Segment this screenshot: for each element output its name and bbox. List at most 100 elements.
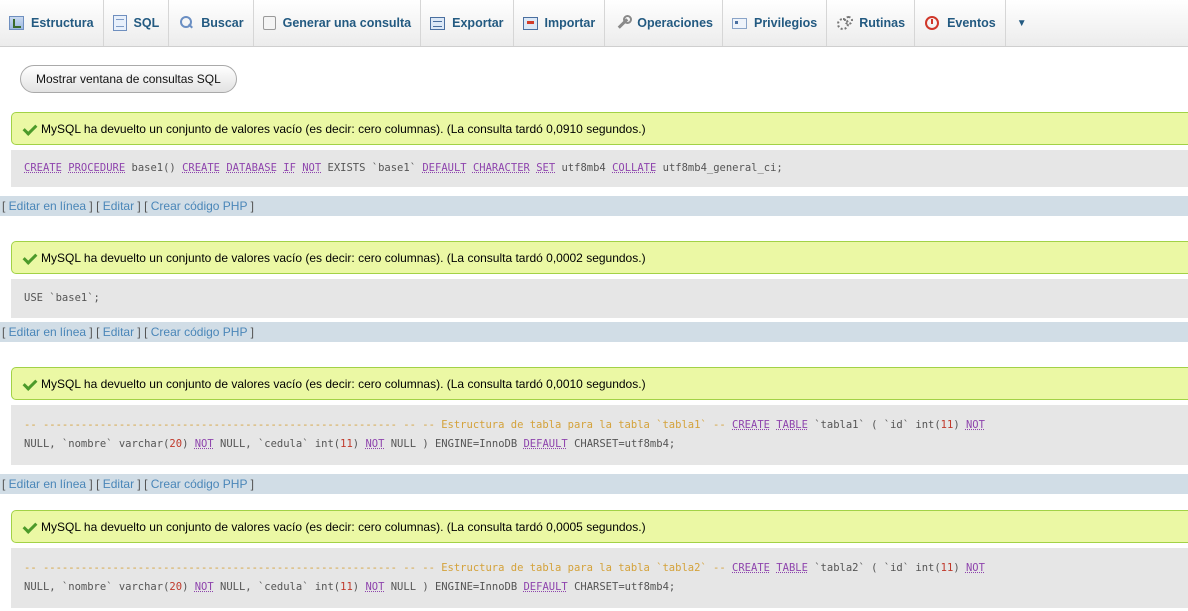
- check-icon: [23, 253, 36, 263]
- sql-icon: [112, 15, 127, 31]
- check-icon: [23, 124, 36, 134]
- tab-label: Generar una consulta: [282, 16, 412, 30]
- query-actions: [ Editar en línea ] [ Editar ] [ Crear c…: [0, 474, 1188, 494]
- edit-inline-link[interactable]: Editar en línea: [9, 325, 86, 339]
- wrench-icon: [614, 15, 633, 31]
- tab-privilegios[interactable]: Privilegios: [723, 0, 828, 46]
- sql-text: NULL, `cedula` int(: [213, 581, 341, 593]
- success-text: MySQL ha devuelto un conjunto de valores…: [41, 519, 646, 534]
- tab-operaciones[interactable]: Operaciones: [605, 0, 723, 46]
- chevron-down-icon: ▼: [1016, 17, 1027, 29]
- sql-text: NULL, `nombre` varchar(: [24, 581, 170, 593]
- sql-number: 11: [940, 562, 954, 574]
- check-icon: [23, 522, 36, 532]
- sql-query: -- -------------------------------------…: [11, 405, 1188, 465]
- success-text: MySQL ha devuelto un conjunto de valores…: [41, 376, 646, 391]
- sql-line: -- -------------------------------------…: [24, 559, 1188, 578]
- privileges-icon: [731, 17, 747, 29]
- success-text: MySQL ha devuelto un conjunto de valores…: [41, 250, 646, 265]
- sql-line: NULL, `nombre` varchar(20) NOT NULL, `ce…: [24, 578, 1188, 597]
- sql-keyword: CHARACTER: [472, 162, 530, 174]
- sql-text: NULL, `nombre` varchar(: [24, 438, 170, 450]
- sql-number: 11: [940, 419, 954, 431]
- tab-label: Exportar: [452, 16, 504, 30]
- sql-keyword: IF: [283, 162, 296, 174]
- sql-number: 11: [340, 438, 353, 450]
- tab-eventos[interactable]: Eventos: [915, 0, 1006, 46]
- success-message: MySQL ha devuelto un conjunto de valores…: [11, 241, 1188, 274]
- tab-label: Estructura: [31, 16, 94, 30]
- sql-keyword: COLLATE: [612, 162, 657, 174]
- sql-text: USE `base1`;: [24, 292, 100, 304]
- show-sql-window-button[interactable]: Mostrar ventana de consultas SQL: [20, 65, 237, 93]
- sql-text: utf8mb4: [555, 162, 613, 174]
- tab-generar-consulta[interactable]: Generar una consulta: [254, 0, 422, 46]
- export-icon: [430, 16, 446, 30]
- top-tab-bar: Estructura SQL Buscar Generar una consul…: [0, 0, 1188, 47]
- tab-rutinas[interactable]: Rutinas: [827, 0, 916, 46]
- sql-query: -- -------------------------------------…: [11, 548, 1188, 608]
- sql-number: 20: [169, 438, 183, 450]
- sql-text: `tabla1` ( `id` int(: [807, 419, 941, 431]
- sql-text: ): [953, 419, 966, 431]
- tab-label: Eventos: [947, 16, 996, 30]
- sql-line: NULL, `nombre` varchar(20) NOT NULL, `ce…: [24, 435, 1188, 454]
- sql-text: ): [352, 581, 366, 593]
- sql-keyword: DEFAULT: [523, 581, 568, 593]
- sql-keyword: SET: [536, 162, 556, 174]
- tab-exportar[interactable]: Exportar: [421, 0, 514, 46]
- query-result-block: MySQL ha devuelto un conjunto de valores…: [11, 241, 1188, 318]
- tab-label: Buscar: [201, 16, 244, 30]
- sql-keyword: NOT: [194, 438, 214, 450]
- sql-keyword: NOT: [965, 419, 985, 431]
- edit-inline-link[interactable]: Editar en línea: [9, 477, 86, 491]
- tab-estructura[interactable]: Estructura: [0, 0, 104, 46]
- sql-line: -- -------------------------------------…: [24, 416, 1188, 435]
- routines-icon: [836, 15, 854, 31]
- sql-keyword: CREATE: [732, 419, 770, 431]
- sql-comment: -- -------------------------------------…: [24, 562, 726, 574]
- sql-keyword: DATABASE: [226, 162, 277, 174]
- tab-label: Importar: [544, 16, 596, 30]
- sql-text: CHARSET=utf8mb4;: [567, 438, 676, 450]
- query-actions: [ Editar en línea ] [ Editar ] [ Crear c…: [0, 196, 1188, 216]
- check-icon: [23, 379, 36, 389]
- events-icon: [924, 15, 940, 31]
- sql-text: base1(): [125, 162, 183, 174]
- sql-text: NULL, `cedula` int(: [213, 438, 341, 450]
- sql-line: CREATE PROCEDURE base1() CREATE DATABASE…: [24, 159, 1188, 178]
- sql-keyword: TABLE: [776, 562, 808, 574]
- edit-link[interactable]: Editar: [103, 325, 134, 339]
- edit-inline-link[interactable]: Editar en línea: [9, 199, 86, 213]
- query-result-block: MySQL ha devuelto un conjunto de valores…: [11, 112, 1188, 187]
- tab-sql[interactable]: SQL: [104, 0, 170, 46]
- search-icon: [178, 15, 194, 31]
- success-message: MySQL ha devuelto un conjunto de valores…: [11, 367, 1188, 400]
- edit-link[interactable]: Editar: [103, 477, 134, 491]
- sql-keyword: DEFAULT: [422, 162, 467, 174]
- create-php-link[interactable]: Crear código PHP: [151, 477, 248, 491]
- sql-query: USE `base1`;: [11, 279, 1188, 318]
- sql-line: USE `base1`;: [24, 289, 1188, 308]
- tab-buscar[interactable]: Buscar: [169, 0, 254, 46]
- sql-keyword: CREATE: [24, 162, 62, 174]
- tab-label: SQL: [133, 16, 160, 30]
- create-php-link[interactable]: Crear código PHP: [151, 325, 248, 339]
- query-result-block: MySQL ha devuelto un conjunto de valores…: [11, 367, 1188, 465]
- import-icon: [522, 16, 538, 30]
- success-message: MySQL ha devuelto un conjunto de valores…: [11, 112, 1188, 145]
- sql-text: EXISTS `base1`: [321, 162, 423, 174]
- sql-number: 20: [169, 581, 183, 593]
- sql-comment: -- -------------------------------------…: [24, 419, 726, 431]
- tab-more[interactable]: ▼: [1006, 0, 1031, 46]
- sql-keyword: DEFAULT: [523, 438, 568, 450]
- sql-keyword: PROCEDURE: [68, 162, 126, 174]
- tab-importar[interactable]: Importar: [514, 0, 606, 46]
- sql-keyword: CREATE: [182, 162, 221, 174]
- sql-text: NULL ) ENGINE=InnoDB: [384, 581, 524, 593]
- tab-label: Rutinas: [859, 16, 906, 30]
- create-php-link[interactable]: Crear código PHP: [151, 199, 248, 213]
- sql-text: ): [182, 581, 195, 593]
- sql-query: CREATE PROCEDURE base1() CREATE DATABASE…: [11, 150, 1188, 187]
- edit-link[interactable]: Editar: [103, 199, 134, 213]
